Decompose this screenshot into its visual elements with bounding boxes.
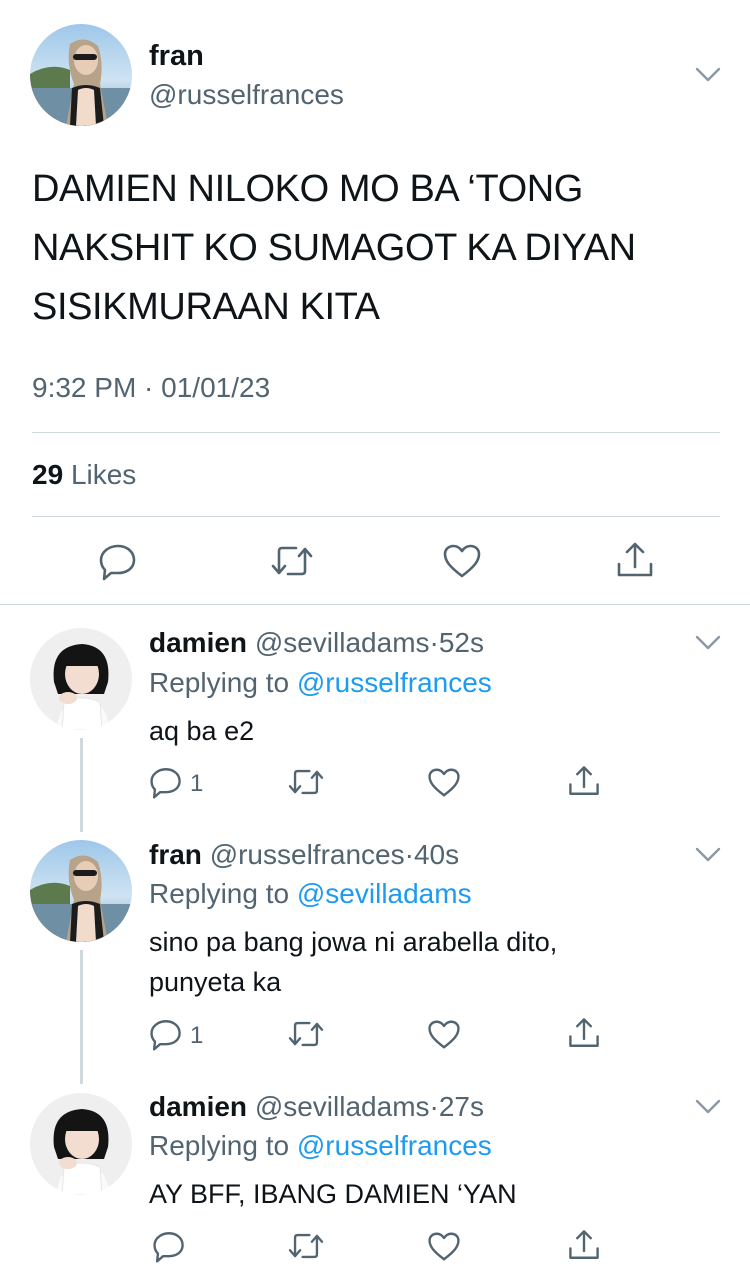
- reply-header[interactable]: damien @sevilladams·52s: [149, 627, 484, 659]
- share-icon[interactable]: [567, 1228, 601, 1262]
- likes-count[interactable]: 29 Likes: [32, 459, 136, 491]
- replying-to: Replying to @sevilladams: [149, 878, 472, 910]
- reply-header[interactable]: fran @russelfrances·40s: [149, 839, 459, 871]
- retweet-icon[interactable]: [270, 542, 314, 580]
- divider: [0, 604, 750, 605]
- reply-avatar[interactable]: [30, 840, 132, 942]
- main-tweet-timestamp[interactable]: 9:32 PM · 01/01/23: [32, 372, 270, 404]
- reply-author-handle[interactable]: @sevilladams: [255, 627, 430, 658]
- reply-time[interactable]: 40s: [414, 839, 459, 870]
- divider: [32, 516, 720, 517]
- like-icon[interactable]: [427, 767, 461, 798]
- retweet-icon[interactable]: [287, 1018, 325, 1050]
- retweet-icon[interactable]: [287, 766, 325, 798]
- thread-connector: [80, 738, 83, 832]
- reply-author-name[interactable]: fran: [149, 839, 202, 870]
- main-tweet-more-chevron-icon[interactable]: [694, 66, 722, 84]
- reply-avatar[interactable]: [30, 628, 132, 730]
- reply-icon[interactable]: [152, 1229, 186, 1263]
- reply-author-handle[interactable]: @russelfrances: [210, 839, 405, 870]
- main-tweet-author-handle[interactable]: @russelfrances: [149, 79, 344, 111]
- reply-text: AY BFF, IBANG DAMIEN ‘YAN: [149, 1179, 517, 1209]
- reply-author-name[interactable]: damien: [149, 627, 247, 658]
- likes-label: Likes: [70, 459, 137, 490]
- reply-count: 1: [190, 1022, 204, 1049]
- like-icon[interactable]: [427, 1231, 461, 1262]
- replying-to-link[interactable]: @russelfrances: [297, 1130, 492, 1161]
- likes-number: 29: [32, 459, 64, 490]
- reply-avatar[interactable]: [30, 1093, 132, 1195]
- reply-count: 1: [190, 770, 204, 797]
- reply-author-handle[interactable]: @sevilladams: [255, 1091, 430, 1122]
- thread-connector: [80, 950, 83, 1084]
- replying-prefix: Replying to: [149, 1130, 290, 1161]
- reply-more-chevron-icon[interactable]: [694, 634, 722, 652]
- reply-text: aq ba e2: [149, 716, 255, 746]
- replying-to: Replying to @russelfrances: [149, 1130, 492, 1162]
- separator: ·: [404, 839, 414, 870]
- reply-more-chevron-icon[interactable]: [694, 1098, 722, 1116]
- reply-header[interactable]: damien @sevilladams·27s: [149, 1091, 484, 1123]
- main-tweet-avatar[interactable]: [30, 24, 132, 126]
- reply-text: sino pa bang jowa ni arabella dito, puny…: [149, 927, 558, 997]
- reply-icon[interactable]: [149, 765, 183, 799]
- replying-to: Replying to @russelfrances: [149, 667, 492, 699]
- replying-prefix: Replying to: [149, 878, 290, 909]
- reply-author-name[interactable]: damien: [149, 1091, 247, 1122]
- like-icon[interactable]: [442, 543, 482, 579]
- replying-to-link[interactable]: @sevilladams: [297, 878, 472, 909]
- like-icon[interactable]: [427, 1019, 461, 1050]
- replying-to-link[interactable]: @russelfrances: [297, 667, 492, 698]
- main-tweet-author-name[interactable]: fran: [149, 40, 204, 73]
- separator: ·: [429, 1091, 439, 1122]
- reply-time[interactable]: 27s: [439, 1091, 484, 1122]
- reply-icon[interactable]: [149, 1017, 183, 1051]
- reply-time[interactable]: 52s: [439, 627, 484, 658]
- retweet-icon[interactable]: [287, 1230, 325, 1262]
- share-icon[interactable]: [567, 1016, 601, 1050]
- replying-prefix: Replying to: [149, 667, 290, 698]
- separator: ·: [429, 627, 439, 658]
- divider: [32, 432, 720, 433]
- share-icon[interactable]: [567, 764, 601, 798]
- reply-icon[interactable]: [98, 541, 138, 581]
- share-icon[interactable]: [615, 540, 655, 580]
- reply-more-chevron-icon[interactable]: [694, 846, 722, 864]
- main-tweet-text: DAMIEN NILOKO MO BA ‘TONG NAKSHIT KO SUM…: [32, 168, 636, 328]
